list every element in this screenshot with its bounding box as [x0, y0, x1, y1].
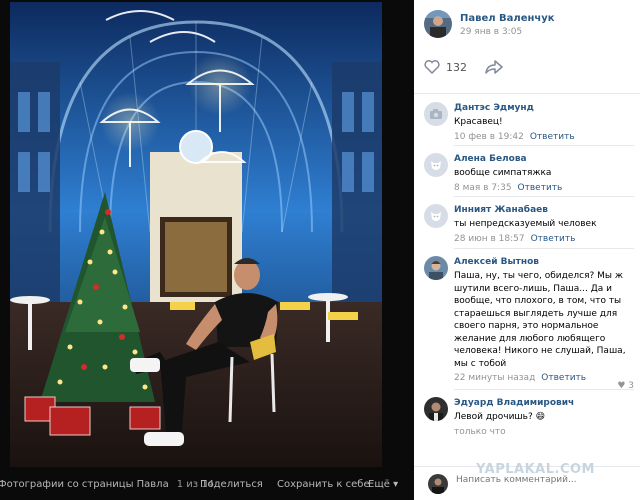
comment-item: Эдуард Владимирович Левой дрочишь? 😄 тол…	[424, 397, 634, 443]
comment-time[interactable]: 10 фев в 19:42	[454, 132, 524, 142]
post-actions: 132	[424, 60, 503, 74]
avatar-photo	[428, 474, 448, 494]
comment-time[interactable]: только что	[454, 427, 506, 437]
photo-source-label: Фотографии со страницы Павла	[0, 478, 169, 490]
comment-item: Алена Белова вообще симпатяжка 8 мая в 7…	[424, 153, 634, 199]
commenter-avatar[interactable]	[424, 256, 448, 280]
comment-separator	[454, 196, 634, 197]
current-user-avatar	[428, 474, 448, 494]
comment-time[interactable]: 22 минуты назад	[454, 373, 535, 383]
reply-link[interactable]: Ответить	[518, 183, 563, 193]
comments-panel: Павел Валенчук 29 янв в 3:05 132 Дантэс …	[414, 0, 640, 500]
reply-link[interactable]: Ответить	[531, 234, 576, 244]
comment-separator	[454, 145, 634, 146]
main-photo[interactable]	[10, 2, 382, 467]
divider	[414, 93, 640, 94]
comment-item: Инният Жанабаев ты непредсказуемый челов…	[424, 204, 634, 250]
reply-link[interactable]: Ответить	[530, 132, 575, 142]
heart-icon[interactable]	[424, 60, 440, 74]
share-icon[interactable]	[485, 60, 503, 74]
comment-time[interactable]: 28 июн в 18:57	[454, 234, 525, 244]
author-avatar[interactable]	[424, 10, 452, 38]
commenter-avatar[interactable]	[424, 204, 448, 228]
dog-icon	[424, 153, 448, 177]
commenter-name[interactable]: Алексей Вытнов	[454, 256, 634, 268]
reply-link[interactable]: Ответить	[541, 373, 586, 383]
author-avatar-image	[424, 10, 452, 38]
comment-text: Красавец!	[454, 117, 503, 127]
camera-icon	[424, 102, 448, 126]
commenter-avatar[interactable]	[424, 102, 448, 126]
watermark: YAPLAKAL.COM	[476, 462, 595, 477]
commenter-avatar[interactable]	[424, 397, 448, 421]
photo-image	[10, 2, 382, 467]
commenter-name[interactable]: Эдуард Владимирович	[454, 397, 634, 409]
avatar-photo	[424, 256, 448, 280]
comment-separator	[454, 248, 634, 249]
comment-text: ты непредсказуемый человек	[454, 219, 597, 229]
comment-text: вообще симпатяжка	[454, 168, 552, 178]
commenter-name[interactable]: Дантэс Эдмунд	[454, 102, 634, 114]
commenter-name[interactable]: Инният Жанабаев	[454, 204, 634, 216]
author-name[interactable]: Павел Валенчук	[460, 13, 555, 24]
commenter-avatar[interactable]	[424, 153, 448, 177]
likes-count: 132	[446, 60, 467, 74]
comment-text: Паша, ну, ты чего, обиделся? Мы ж шутили…	[454, 271, 626, 369]
post-author: Павел Валенчук 29 янв в 3:05	[424, 10, 555, 38]
commenter-name[interactable]: Алена Белова	[454, 153, 634, 165]
avatar-photo	[424, 397, 448, 421]
post-date[interactable]: 29 янв в 3:05	[460, 27, 555, 37]
photo-viewer: Фотографии со страницы Павла 1 из 14 Под…	[0, 0, 414, 500]
comment-separator	[454, 389, 634, 390]
comment-item: Алексей Вытнов Паша, ну, ты чего, обидел…	[424, 256, 634, 391]
comment-item: Дантэс Эдмунд Красавец! 10 фев в 19:42 От…	[424, 102, 634, 148]
comment-time[interactable]: 8 мая в 7:35	[454, 183, 512, 193]
comment-text: Левой дрочишь? 😄	[454, 412, 545, 422]
dog-icon	[424, 204, 448, 228]
